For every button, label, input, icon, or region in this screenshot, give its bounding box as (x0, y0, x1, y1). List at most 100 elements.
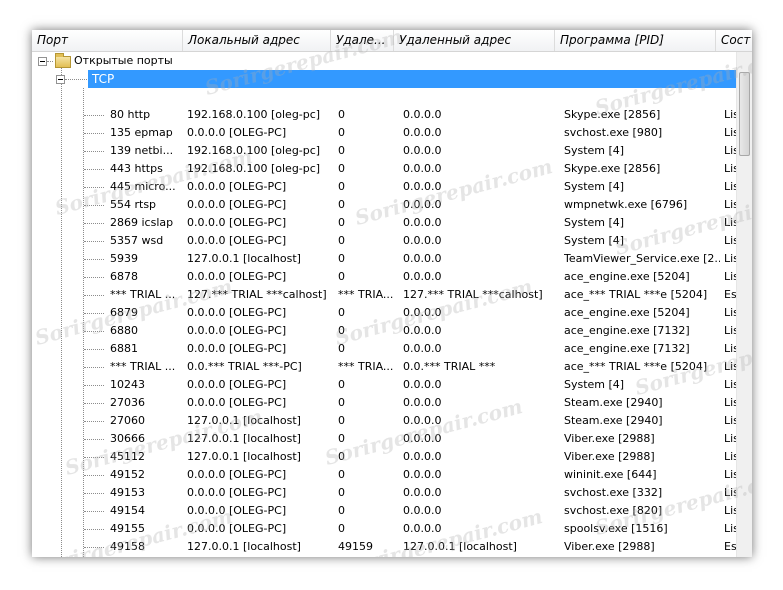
cell-port: 135 epmap (110, 126, 173, 139)
cell-program-pid: Steam.exe [2940] (564, 396, 663, 409)
table-row[interactable]: 6880 0.0.0.0 [OLEG-PC] 0 0.0.0.0 ace_engine.… (32, 322, 736, 340)
table-row[interactable]: 49152 0.0.0.0 [OLEG-PC] 0 0.0.0.0 wininit.ex… (32, 466, 736, 484)
cell-local-address: 192.168.0.100 [oleg-pc] (187, 108, 321, 121)
cell-state: Es (724, 288, 736, 301)
tree-connector (84, 439, 104, 440)
cell-remote-port: 0 (338, 324, 345, 337)
cell-state: Es (724, 540, 736, 553)
cell-remote-port: 0 (338, 522, 345, 535)
cell-remote-port: *** TRIA... (338, 360, 394, 373)
cell-program-pid: ace_*** TRIAL ***e [5204] (564, 288, 708, 301)
column-header-remote-port[interactable]: Удале... (331, 30, 394, 51)
cell-remote-port: 0 (338, 306, 345, 319)
table-row[interactable]: 49154 0.0.0.0 [OLEG-PC] 0 0.0.0.0 svchost.ex… (32, 502, 736, 520)
collapse-tcp-icon[interactable] (56, 75, 65, 84)
table-row[interactable]: 6878 0.0.0.0 [OLEG-PC] 0 0.0.0.0 ace_engine.… (32, 268, 736, 286)
cell-port: 139 netbi... (110, 144, 174, 157)
cell-remote-address: 127.*** TRIAL ***calhost] (403, 288, 543, 301)
table-row[interactable]: *** TRIAL ... 0.0.*** TRIAL ***-PC] *** TR… (32, 358, 736, 376)
table-row[interactable]: 443 https 192.168.0.100 [oleg-pc] 0 0.0.0.0… (32, 160, 736, 178)
cell-program-pid: System [4] (564, 144, 625, 157)
table-row[interactable]: 80 http 192.168.0.100 [oleg-pc] 0 0.0.0.0 Sk… (32, 106, 736, 124)
table-row[interactable]: 10243 0.0.0.0 [OLEG-PC] 0 0.0.0.0 System [4]… (32, 376, 736, 394)
cell-program-pid: wmpnetwk.exe [6796] (564, 198, 688, 211)
cell-port: 27036 (110, 396, 145, 409)
cell-port: 49159 (110, 556, 182, 557)
cell-port: *** TRIAL ... (110, 288, 176, 301)
cell-local-address: 0.0.0.0 [OLEG-PC] (187, 306, 287, 319)
table-row[interactable]: *** TRIAL ... 127.*** TRIAL ***calhost] **… (32, 286, 736, 304)
tree-connector (84, 331, 104, 332)
tree-connector (84, 457, 104, 458)
cell-port: 30666 (110, 432, 145, 445)
tree-connector (84, 385, 104, 386)
collapse-root-icon[interactable] (38, 57, 47, 66)
cell-state: Lis (724, 342, 736, 355)
cell-remote-address: 127.0.0.1 [localhost] (403, 556, 559, 557)
cell-port: 6881 (110, 342, 138, 355)
table-row[interactable]: 2869 icslap 0.0.0.0 [OLEG-PC] 0 0.0.0.0 Syst… (32, 214, 736, 232)
table-row[interactable]: 554 rtsp 0.0.0.0 [OLEG-PC] 0 0.0.0.0 wmpnetw… (32, 196, 736, 214)
vertical-scrollbar[interactable] (736, 52, 752, 557)
cell-remote-port: 0 (338, 468, 345, 481)
column-header-local-address[interactable]: Локальный адрес (183, 30, 331, 51)
cell-port: 2869 icslap (110, 216, 174, 229)
cell-remote-address: 0.0.0.0 (403, 234, 442, 247)
table-row[interactable]: 5357 wsd 0.0.0.0 [OLEG-PC] 0 0.0.0.0 System … (32, 232, 736, 250)
scrollbar-thumb[interactable] (739, 72, 750, 156)
table-row[interactable]: 135 epmap 0.0.0.0 [OLEG-PC] 0 0.0.0.0 svchos… (32, 124, 736, 142)
column-header-port[interactable]: Порт (32, 30, 183, 51)
cell-remote-port: *** TRIA... (338, 288, 394, 301)
cell-remote-port: 0 (338, 342, 345, 355)
tree-connector (84, 349, 104, 350)
table-row[interactable]: 445 micro... 0.0.0.0 [OLEG-PC] 0 0.0.0.0 Sys… (32, 178, 736, 196)
cell-local-address: 0.0.0.0 [OLEG-PC] (187, 180, 287, 193)
table-row[interactable]: 139 netbi... 192.168.0.100 [oleg-pc] 0 0.0.… (32, 142, 736, 160)
port-list-window: Порт Локальный адрес Удале... Удаленный … (32, 30, 752, 557)
cell-port: 49155 (110, 522, 145, 535)
cell-state: Lis (724, 522, 736, 535)
table-row[interactable]: 27036 0.0.0.0 [OLEG-PC] 0 0.0.0.0 Steam.exe … (32, 394, 736, 412)
cell-remote-port: 49159 (338, 540, 373, 553)
folder-icon (55, 53, 71, 68)
tree-root-label[interactable]: Открытые порты (74, 52, 173, 70)
connections-tree[interactable]: Открытые порты TCP 80 http 192.168.0.100 … (32, 52, 736, 557)
table-row[interactable]: 6881 0.0.0.0 [OLEG-PC] 0 0.0.0.0 ace_engine.… (32, 340, 736, 358)
tree-connector (84, 403, 104, 404)
column-header-remote-address[interactable]: Удаленный адрес (394, 30, 555, 51)
tree-connector (47, 61, 53, 62)
cell-program-pid: Skype.exe [2856] (564, 108, 661, 121)
cell-remote-port: 0 (338, 126, 345, 139)
table-row[interactable]: 49153 0.0.0.0 [OLEG-PC] 0 0.0.0.0 svchost.ex… (32, 484, 736, 502)
table-row[interactable]: 27060 127.0.0.1 [localhost] 0 0.0.0.0 Steam.… (32, 412, 736, 430)
table-row[interactable]: 5939 127.0.0.1 [localhost] 0 0.0.0.0 TeamVie… (32, 250, 736, 268)
table-row[interactable]: 6879 0.0.0.0 [OLEG-PC] 0 0.0.0.0 ace_engine.… (32, 304, 736, 322)
column-header-state[interactable]: Сост (716, 30, 752, 51)
table-row[interactable]: 49158 127.0.0.1 [localhost] 49159 127.0.0.1… (32, 538, 736, 556)
table-row[interactable]: 45112 127.0.0.1 [localhost] 0 0.0.0.0 Viber.… (32, 448, 736, 466)
cell-port: 5939 (110, 252, 138, 265)
tree-connector (84, 277, 104, 278)
tree-connector (84, 493, 104, 494)
table-row[interactable]: 30666 127.0.0.1 [localhost] 0 0.0.0.0 Viber.… (32, 430, 736, 448)
cell-program-pid: wininit.exe [644] (564, 468, 657, 481)
cell-program-pid: spoolsv.exe [1516] (564, 522, 668, 535)
cell-remote-address: 127.0.0.1 [localhost] (403, 540, 517, 553)
cell-program-pid: Steam.exe [2940] (564, 414, 663, 427)
cell-local-address: 0.0.0.0 [OLEG-PC] (187, 486, 287, 499)
table-row[interactable]: 49155 0.0.0.0 [OLEG-PC] 0 0.0.0.0 spoolsv.ex… (32, 520, 736, 538)
cell-state: Lis (724, 126, 736, 139)
cell-local-address: 0.0.0.0 [OLEG-PC] (187, 522, 287, 535)
tree-node-tcp[interactable]: TCP (88, 70, 736, 88)
cell-program-pid: System [4] (564, 234, 625, 247)
cell-local-address: 0.0.0.0 [OLEG-PC] (187, 198, 287, 211)
column-header-program-pid[interactable]: Программа [PID] (555, 30, 716, 51)
cell-remote-address: 0.0.0.0 (403, 180, 442, 193)
cell-port: 6880 (110, 324, 138, 337)
cell-remote-address: 0.0.0.0 (403, 468, 442, 481)
table-row[interactable]: 49159 127.0.0.1 [localhost] 49158 127.0.0.1… (32, 556, 736, 557)
cell-port: 45112 (110, 450, 145, 463)
cell-remote-port: 0 (338, 486, 345, 499)
cell-program-pid: ace_engine.exe [5204] (564, 270, 690, 283)
cell-program-pid: ace_engine.exe [5204] (564, 306, 690, 319)
